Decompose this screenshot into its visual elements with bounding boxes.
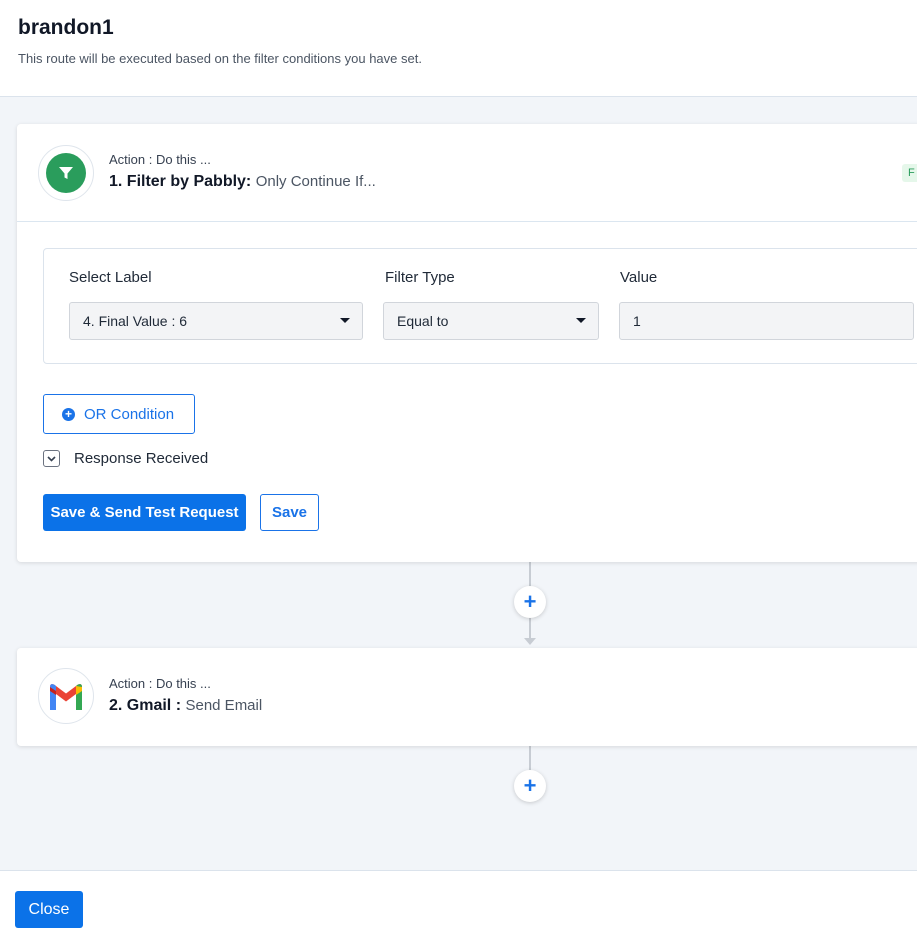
value-input[interactable]: 1 bbox=[619, 302, 914, 340]
or-condition-label: OR Condition bbox=[84, 405, 175, 423]
close-button[interactable]: Close bbox=[15, 891, 83, 928]
add-step-button[interactable]: + bbox=[514, 770, 546, 802]
route-subtitle: This route will be executed based on the… bbox=[18, 51, 422, 66]
filter-step-card: Action : Do this ... 1. Filter by Pabbly… bbox=[17, 124, 917, 562]
step-event: Send Email bbox=[185, 697, 263, 714]
connector-arrow bbox=[524, 638, 536, 645]
chevron-down-icon bbox=[47, 455, 56, 462]
route-title: brandon1 bbox=[18, 16, 114, 39]
gmail-step-card: Action : Do this ... 2. Gmail : Send Ema… bbox=[17, 648, 917, 746]
filter-app-icon bbox=[38, 145, 94, 201]
step-name: 2. Gmail : bbox=[109, 697, 182, 714]
action-label: Action : Do this ... bbox=[109, 676, 211, 691]
step-title[interactable]: 2. Gmail : Send Email bbox=[109, 697, 262, 715]
step-event: Only Continue If... bbox=[255, 173, 376, 190]
plus-circle-icon: + bbox=[62, 407, 75, 421]
add-step-button[interactable]: + bbox=[514, 586, 546, 618]
gmail-icon bbox=[50, 683, 82, 710]
or-condition-button[interactable]: + OR Condition bbox=[43, 394, 195, 434]
connector-line bbox=[529, 746, 531, 770]
card-divider bbox=[17, 221, 917, 222]
chevron-down-icon bbox=[576, 318, 586, 323]
chevron-down-icon bbox=[340, 318, 350, 323]
route-header: brandon1 This route will be executed bas… bbox=[0, 0, 917, 97]
modal-footer: Close bbox=[0, 870, 917, 947]
select-label-heading: Select Label bbox=[69, 269, 152, 286]
save-send-test-button[interactable]: Save & Send Test Request bbox=[43, 494, 246, 531]
gmail-app-icon bbox=[38, 668, 94, 724]
filter-type-heading: Filter Type bbox=[385, 269, 455, 286]
status-badge: F bbox=[902, 164, 917, 182]
filter-icon bbox=[46, 153, 86, 193]
value-text: 1 bbox=[633, 313, 641, 329]
action-label: Action : Do this ... bbox=[109, 152, 211, 167]
response-toggle[interactable] bbox=[43, 450, 60, 467]
select-label-dropdown[interactable]: 4. Final Value : 6 bbox=[69, 302, 363, 340]
filter-type-value: Equal to bbox=[397, 313, 449, 329]
step-name: 1. Filter by Pabbly: bbox=[109, 173, 252, 190]
step-title[interactable]: 1. Filter by Pabbly: Only Continue If... bbox=[109, 173, 376, 191]
select-label-value: 4. Final Value : 6 bbox=[83, 313, 188, 329]
value-heading: Value bbox=[620, 269, 658, 286]
response-received-label: Response Received bbox=[74, 450, 209, 467]
filter-type-dropdown[interactable]: Equal to bbox=[383, 302, 599, 340]
save-button[interactable]: Save bbox=[260, 494, 319, 531]
